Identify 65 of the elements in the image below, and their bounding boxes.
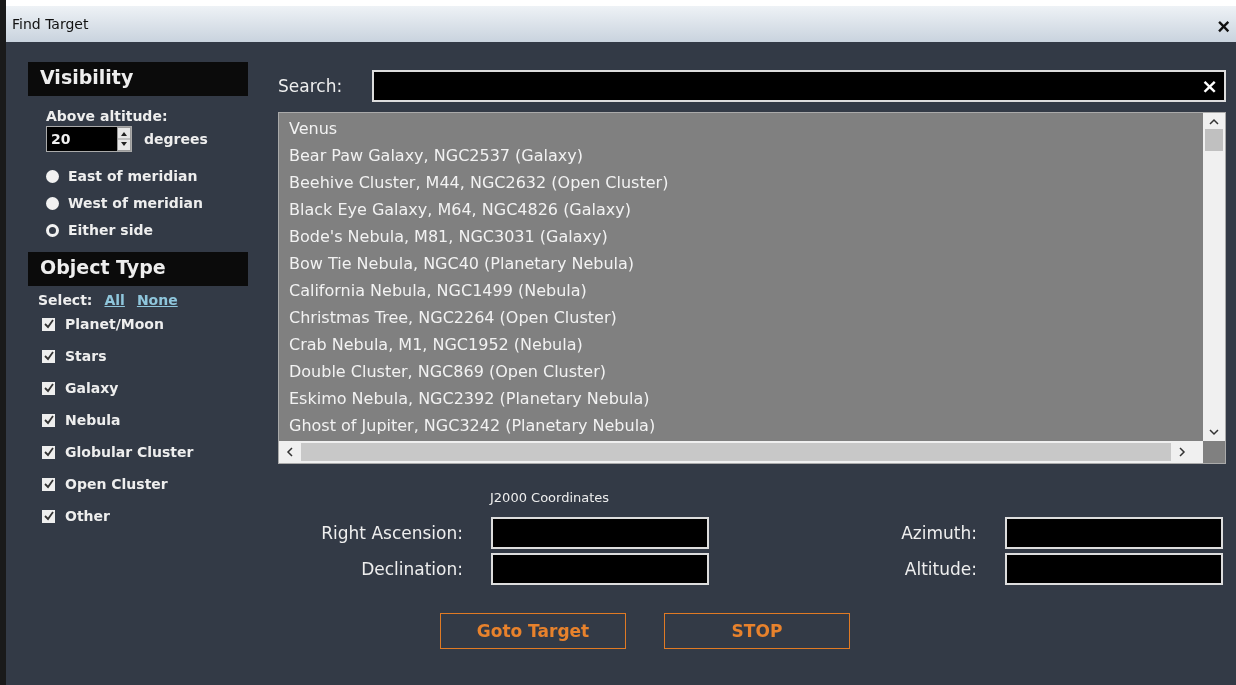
- altitude-spinner[interactable]: 20: [46, 126, 132, 152]
- altitude-label: Above altitude:: [46, 108, 169, 124]
- spin-arrows-icon[interactable]: [117, 127, 131, 151]
- result-item[interactable]: Ghost of Jupiter, NGC3242 (Planetary Nebula): [289, 412, 1203, 439]
- coordinates-heading: J2000 Coordinates: [490, 490, 611, 505]
- type-checkbox[interactable]: Nebula: [28, 404, 248, 436]
- result-item[interactable]: Black Eye Galaxy, M64, NGC4826 (Galaxy): [289, 196, 1203, 223]
- radio-icon[interactable]: [46, 169, 59, 183]
- checkbox-icon[interactable]: [42, 445, 55, 459]
- scroll-left-icon[interactable]: [285, 445, 295, 459]
- field-label: Azimuth:: [900, 523, 977, 543]
- field-label: Altitude:: [903, 559, 977, 579]
- field-label: Right Ascension:: [320, 523, 463, 543]
- checkbox-icon[interactable]: [42, 381, 55, 395]
- altitude-field[interactable]: [1005, 553, 1223, 585]
- action-button[interactable]: STOP: [664, 613, 850, 649]
- checkbox-icon[interactable]: [42, 509, 55, 523]
- type-checkbox[interactable]: Stars: [28, 340, 248, 372]
- result-item[interactable]: Eskimo Nebula, NGC2392 (Planetary Nebula): [289, 385, 1203, 412]
- scroll-up-icon[interactable]: [1207, 117, 1221, 127]
- unit-label: degrees: [144, 131, 208, 147]
- select-all-link[interactable]: All: [104, 292, 125, 308]
- field-label: Declination:: [360, 559, 463, 579]
- close-button[interactable]: ×: [1215, 16, 1232, 38]
- window-title: Find Target: [12, 16, 89, 32]
- action-button[interactable]: Goto Target: [440, 613, 626, 649]
- result-item[interactable]: Crab Nebula, M1, NGC1952 (Nebula): [289, 331, 1203, 358]
- section-header: Visibility: [28, 62, 248, 96]
- right-ascension-field[interactable]: [491, 517, 709, 549]
- checkbox-icon[interactable]: [42, 317, 55, 331]
- vertical-scrollbar[interactable]: [1203, 113, 1225, 441]
- radio-option[interactable]: Either side: [46, 222, 248, 238]
- radio-icon[interactable]: [46, 223, 59, 237]
- select-none-link[interactable]: None: [136, 292, 178, 308]
- search-label: Search:: [278, 76, 343, 96]
- result-item[interactable]: Double Cluster, NGC869 (Open Cluster): [289, 358, 1203, 385]
- scroll-thumb[interactable]: [1205, 129, 1223, 151]
- type-checkbox[interactable]: Globular Cluster: [28, 436, 248, 468]
- result-item[interactable]: Venus: [289, 115, 1203, 142]
- checkbox-icon[interactable]: [42, 349, 55, 363]
- result-item[interactable]: Bow Tie Nebula, NGC40 (Planetary Nebula): [289, 250, 1203, 277]
- checkbox-icon[interactable]: [42, 413, 55, 427]
- result-item[interactable]: Bear Paw Galaxy, NGC2537 (Galaxy): [289, 142, 1203, 169]
- result-item[interactable]: Bode's Nebula, M81, NGC3031 (Galaxy): [289, 223, 1203, 250]
- scroll-down-icon[interactable]: [1207, 427, 1221, 437]
- declination-field[interactable]: [491, 553, 709, 585]
- radio-option[interactable]: East of meridian: [46, 168, 248, 184]
- radio-option[interactable]: West of meridian: [46, 195, 248, 211]
- type-checkbox[interactable]: Open Cluster: [28, 468, 248, 500]
- scroll-thumb[interactable]: [301, 443, 1171, 461]
- checkbox-icon[interactable]: [42, 477, 55, 491]
- search-field[interactable]: ×: [372, 70, 1226, 102]
- section-header: Object Type: [28, 252, 248, 286]
- azimuth-field[interactable]: [1005, 517, 1223, 549]
- result-item[interactable]: Christmas Tree, NGC2264 (Open Cluster): [289, 304, 1203, 331]
- type-checkbox[interactable]: Other: [28, 500, 248, 532]
- horizontal-scrollbar[interactable]: [279, 441, 1203, 463]
- type-checkbox[interactable]: Galaxy: [28, 372, 248, 404]
- select-label: Select:: [38, 292, 93, 308]
- clear-icon[interactable]: ×: [1201, 74, 1218, 98]
- radio-icon[interactable]: [46, 196, 59, 210]
- type-checkbox[interactable]: Planet/Moon: [28, 308, 248, 340]
- scroll-right-icon[interactable]: [1177, 445, 1187, 459]
- result-item[interactable]: Beehive Cluster, M44, NGC2632 (Open Cluster): [289, 169, 1203, 196]
- result-item[interactable]: California Nebula, NGC1499 (Nebula): [289, 277, 1203, 304]
